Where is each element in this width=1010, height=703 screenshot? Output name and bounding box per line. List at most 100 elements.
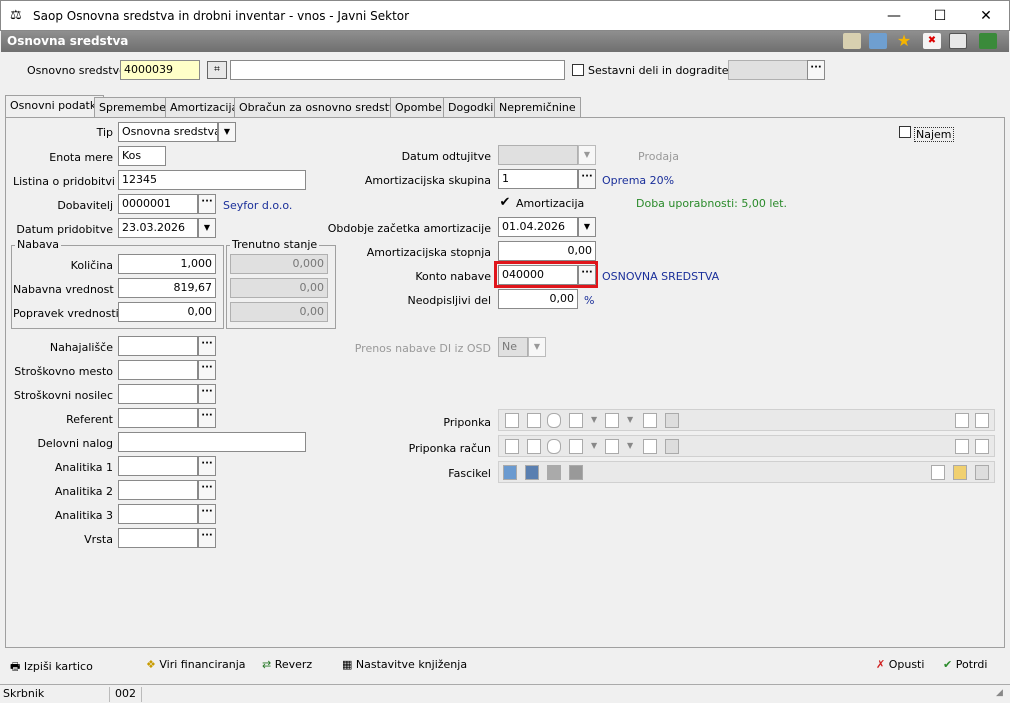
analitika3-browse-button[interactable]: ··· (198, 504, 216, 524)
amortizacija-checkbox[interactable]: ✔ (499, 196, 511, 209)
add-folder-icon[interactable] (503, 465, 517, 480)
archive-icon[interactable] (569, 465, 583, 480)
sestavni-checkbox[interactable] (572, 64, 584, 76)
amortizacijska-skupina-label: Amortizacijska skupina (364, 174, 491, 187)
analitika1-browse-button[interactable]: ··· (198, 456, 216, 476)
tip-select[interactable]: Osnovna sredstva (118, 122, 218, 142)
tab-dogodki[interactable]: Dogodki (443, 97, 499, 117)
obdobje-input[interactable]: 01.04.2026 (498, 217, 578, 237)
remove-document-icon[interactable] (569, 439, 583, 454)
link-icon[interactable] (547, 413, 561, 428)
vrsta-browse-button[interactable]: ··· (198, 528, 216, 548)
tab-opombe[interactable]: Opombe (390, 97, 447, 117)
neodpisljivi-input[interactable]: 0,00 (498, 289, 578, 309)
description-input[interactable] (230, 60, 565, 80)
nastavitve-knjizenja-button[interactable]: ▦ Nastavitve knjiženja (342, 658, 467, 671)
settings-icon[interactable] (975, 465, 989, 480)
analitika2-browse-button[interactable]: ··· (198, 480, 216, 500)
stroskovno-mesto-input[interactable] (118, 360, 198, 380)
new-document-icon[interactable] (505, 439, 519, 454)
star-icon[interactable]: ★ (895, 33, 913, 49)
copy-icon[interactable] (931, 465, 945, 480)
exit-icon[interactable] (979, 33, 997, 49)
nabavna-vrednost-input[interactable]: 819,67 (118, 278, 216, 298)
konto-nabave-input[interactable]: 040000 (498, 265, 578, 285)
resize-grip-icon[interactable]: ◢ (996, 688, 1003, 698)
opusti-button[interactable]: ✗ Opusti (876, 658, 924, 671)
stroskovni-nosilec-input[interactable] (118, 384, 198, 404)
amortizacijska-stopnja-input[interactable]: 0,00 (498, 241, 596, 261)
delovni-nalog-input[interactable] (118, 432, 306, 452)
reverz-button[interactable]: ⇄ Reverz (262, 658, 312, 671)
minimize-button[interactable]: — (871, 1, 917, 31)
edit-document-icon[interactable] (527, 439, 541, 454)
chevron-down-icon[interactable]: ▼ (591, 441, 597, 450)
analitika3-input[interactable] (118, 504, 198, 524)
nahajalisce-input[interactable] (118, 336, 198, 356)
remove-document-icon[interactable] (569, 413, 583, 428)
konto-nabave-browse-button[interactable]: ··· (578, 265, 596, 285)
tab-obracun[interactable]: Obračun za osnovno sredstvo (234, 97, 408, 117)
mail-icon[interactable] (643, 413, 657, 428)
tab-nepremicnine[interactable]: Nepremičnine (494, 97, 581, 117)
stroskovni-nosilec-browse-button[interactable]: ··· (198, 384, 216, 404)
nahajalisce-browse-button[interactable]: ··· (198, 336, 216, 356)
listina-input[interactable]: 12345 (118, 170, 306, 190)
paste-document-icon[interactable] (975, 413, 989, 428)
izpisi-kartico-button[interactable]: 🖶 Izpiši kartico (10, 658, 93, 677)
maximize-button[interactable]: ☐ (917, 1, 963, 31)
datum-pridobitve-input[interactable]: 23.03.2026 (118, 218, 198, 238)
dobavitelj-browse-button[interactable]: ··· (198, 194, 216, 214)
tab-osnovni-podatki[interactable]: Osnovni podatki (5, 95, 105, 117)
folder-icon[interactable] (525, 465, 539, 480)
fascikel-label: Fascikel (448, 467, 491, 480)
nabavna-vrednost-label: Nabavna vrednost (13, 283, 114, 296)
edit-icon[interactable] (843, 33, 861, 49)
paste-document-icon[interactable] (975, 439, 989, 454)
delete-icon[interactable]: ✖ (923, 33, 941, 49)
amortizacijska-skupina-input[interactable]: 1 (498, 169, 578, 189)
chevron-down-icon[interactable]: ▼ (591, 415, 597, 424)
sestavni-browse-button[interactable]: ··· (807, 60, 825, 80)
osnovno-sredstvo-input[interactable]: 4000039 (120, 60, 200, 80)
lock-icon[interactable] (665, 439, 679, 454)
analitika2-input[interactable] (118, 480, 198, 500)
copy-document-icon[interactable] (955, 413, 969, 428)
copy-icon[interactable] (949, 33, 967, 49)
link-icon[interactable] (547, 439, 561, 454)
mail-icon[interactable] (643, 439, 657, 454)
tab-amortizacija[interactable]: Amortizacija (165, 97, 244, 117)
form-header: Osnovna sredstva ★ ✖ (1, 31, 1009, 52)
najem-checkbox[interactable] (899, 126, 911, 138)
kolicina-input[interactable]: 1,000 (118, 254, 216, 274)
amortizacijska-skupina-browse-button[interactable]: ··· (578, 169, 596, 189)
tab-spremembe[interactable]: Spremembe (94, 97, 171, 117)
close-button[interactable]: ✕ (963, 1, 1009, 31)
folder-open-icon[interactable] (953, 465, 967, 480)
table-icon[interactable] (869, 33, 887, 49)
analitika1-input[interactable] (118, 456, 198, 476)
popravek-input[interactable]: 0,00 (118, 302, 216, 322)
lock-icon[interactable] (665, 413, 679, 428)
vrsta-input[interactable] (118, 528, 198, 548)
search-folder-icon[interactable] (547, 465, 561, 480)
datum-odtujitve-label: Datum odtujitve (401, 150, 491, 163)
chevron-down-icon[interactable]: ▼ (627, 415, 633, 424)
referent-browse-button[interactable]: ··· (198, 408, 216, 428)
viri-financiranja-button[interactable]: ❖ Viri financiranja (146, 658, 246, 671)
sign-document-icon[interactable] (605, 413, 619, 428)
lookup-icon[interactable]: ⌗ (207, 61, 227, 79)
copy-document-icon[interactable] (955, 439, 969, 454)
datum-pridobitve-dropdown[interactable]: ▼ (198, 218, 216, 238)
enota-mere-input[interactable]: Kos (118, 146, 166, 166)
tip-dropdown-button[interactable]: ▼ (218, 122, 236, 142)
edit-document-icon[interactable] (527, 413, 541, 428)
referent-input[interactable] (118, 408, 198, 428)
obdobje-dropdown[interactable]: ▼ (578, 217, 596, 237)
new-document-icon[interactable] (505, 413, 519, 428)
potrdi-button[interactable]: ✔ Potrdi (943, 658, 987, 671)
stroskovno-mesto-browse-button[interactable]: ··· (198, 360, 216, 380)
sign-document-icon[interactable] (605, 439, 619, 454)
dobavitelj-input[interactable]: 0000001 (118, 194, 198, 214)
chevron-down-icon[interactable]: ▼ (627, 441, 633, 450)
